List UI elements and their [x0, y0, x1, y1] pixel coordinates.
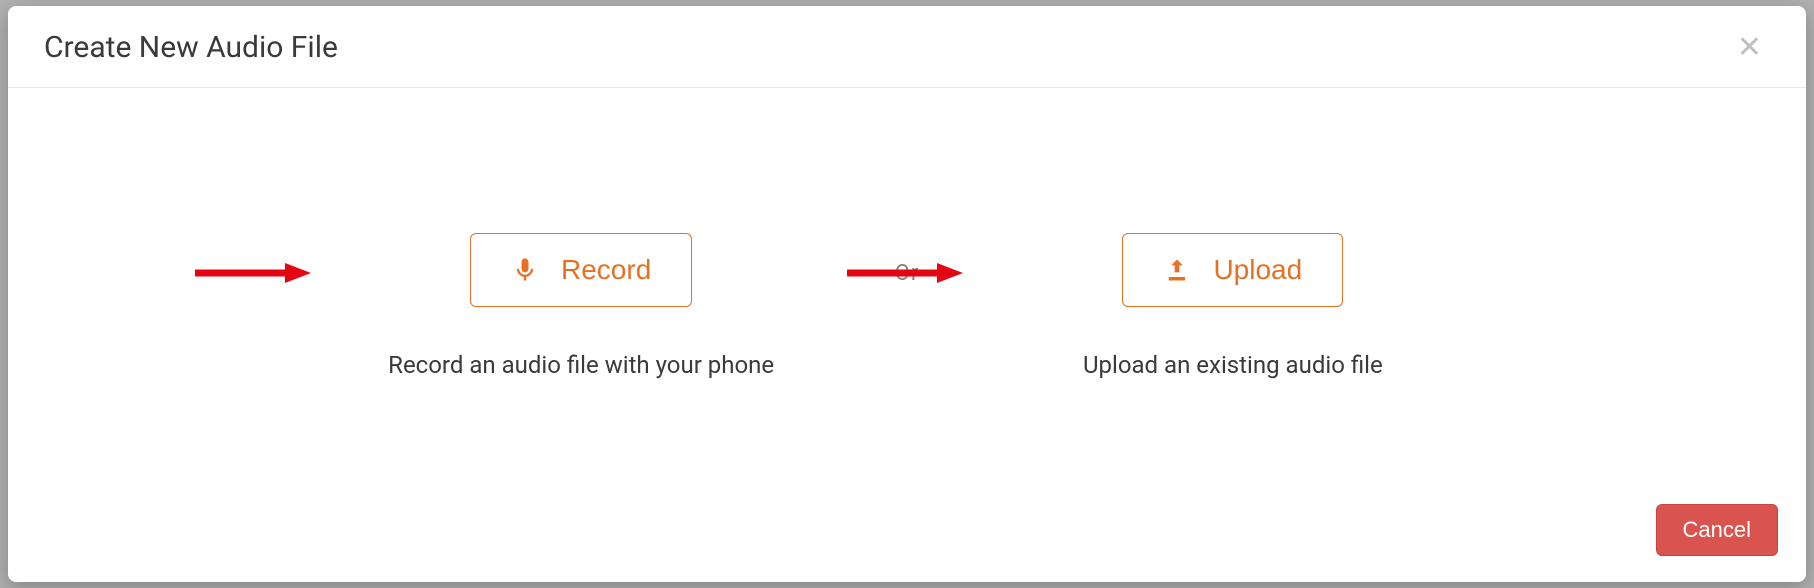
- annotation-arrow-icon: [191, 261, 311, 285]
- record-description: Record an audio file with your phone: [388, 351, 774, 379]
- cancel-button[interactable]: Cancel: [1656, 504, 1778, 556]
- upload-option: Upload Upload an existing audio file: [973, 233, 1493, 379]
- close-button[interactable]: ✕: [1729, 33, 1770, 63]
- upload-icon: [1163, 256, 1191, 284]
- upload-button[interactable]: Upload: [1122, 233, 1343, 307]
- create-audio-modal: Create New Audio File ✕ Rec: [8, 6, 1806, 582]
- record-option: Record Record an audio file with your ph…: [321, 233, 841, 379]
- close-icon: ✕: [1737, 31, 1762, 64]
- modal-body: Record Record an audio file with your ph…: [8, 88, 1806, 504]
- upload-description: Upload an existing audio file: [1083, 351, 1383, 379]
- record-button-label: Record: [561, 254, 651, 286]
- audio-options: Record Record an audio file with your ph…: [48, 233, 1766, 379]
- modal-footer: Cancel: [8, 504, 1806, 582]
- modal-title: Create New Audio File: [44, 30, 338, 65]
- upload-button-label: Upload: [1213, 254, 1302, 286]
- record-button[interactable]: Record: [470, 233, 692, 307]
- microphone-icon: [511, 256, 539, 284]
- options-separator: - Or -: [881, 261, 933, 286]
- modal-header: Create New Audio File ✕: [8, 6, 1806, 88]
